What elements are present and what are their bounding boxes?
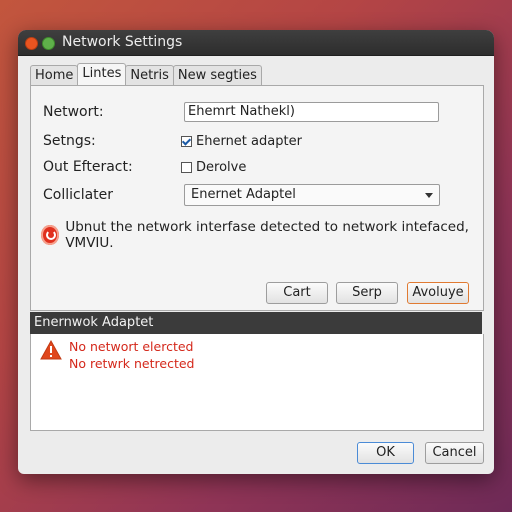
tab-panel: Networt: Ehemrt Nathekl) Setngs: Ehernet…	[30, 85, 484, 311]
derolve-checkbox[interactable]	[181, 162, 192, 173]
window-title: Network Settings	[62, 34, 183, 50]
derolve-label: Derolve	[196, 160, 247, 175]
cancel-button[interactable]: Cancel	[425, 442, 484, 464]
ok-button[interactable]: OK	[357, 442, 414, 464]
network-label: Networt:	[43, 104, 104, 120]
error-line-2: No retwrk netrected	[69, 356, 195, 371]
network-settings-window: Network Settings Home Lintes Netris New …	[18, 30, 494, 474]
adapter-select-value: Enernet Adaptel	[191, 187, 296, 202]
tab-bar: Home Lintes Netris New segties	[30, 63, 262, 85]
error-line-1: No networt elercted	[69, 339, 194, 354]
chevron-down-icon	[425, 193, 433, 198]
adapter-section-title: Enernwok Adaptet	[34, 315, 154, 330]
info-message-row: Ubnut the network interfase detected to …	[41, 219, 483, 251]
tab-home[interactable]: Home	[30, 65, 79, 85]
close-dot-icon[interactable]	[25, 37, 38, 50]
adapter-select[interactable]: Enernet Adaptel	[184, 184, 440, 206]
colliclater-label: Colliclater	[43, 187, 114, 203]
settings-label: Setngs:	[43, 133, 96, 149]
adapter-section-header: Enernwok Adaptet	[30, 312, 482, 334]
ethernet-adapter-label: Ehernet adapter	[196, 134, 302, 149]
out-efteract-label: Out Efteract:	[43, 159, 133, 175]
ethernet-adapter-option[interactable]: Ehernet adapter	[181, 134, 302, 149]
title-bar[interactable]: Network Settings	[18, 30, 494, 56]
avoluye-button[interactable]: Avoluye	[407, 282, 469, 304]
derolve-option[interactable]: Derolve	[181, 160, 246, 175]
tab-netris[interactable]: Netris	[125, 65, 174, 85]
warning-triangle-icon	[40, 340, 62, 360]
adapter-error-list: No networt elercted No retwrk netrected	[30, 334, 484, 431]
serp-button[interactable]: Serp	[336, 282, 398, 304]
maximize-dot-icon[interactable]	[42, 37, 55, 50]
network-input[interactable]: Ehemrt Nathekl)	[184, 102, 439, 122]
tab-lintes[interactable]: Lintes	[77, 63, 127, 85]
tab-new-segties[interactable]: New segties	[172, 65, 262, 85]
ethernet-adapter-checkbox[interactable]	[181, 136, 192, 147]
cart-button[interactable]: Cart	[266, 282, 328, 304]
info-message: Ubnut the network interfase detected to …	[65, 219, 469, 251]
error-circle-icon	[41, 225, 60, 245]
